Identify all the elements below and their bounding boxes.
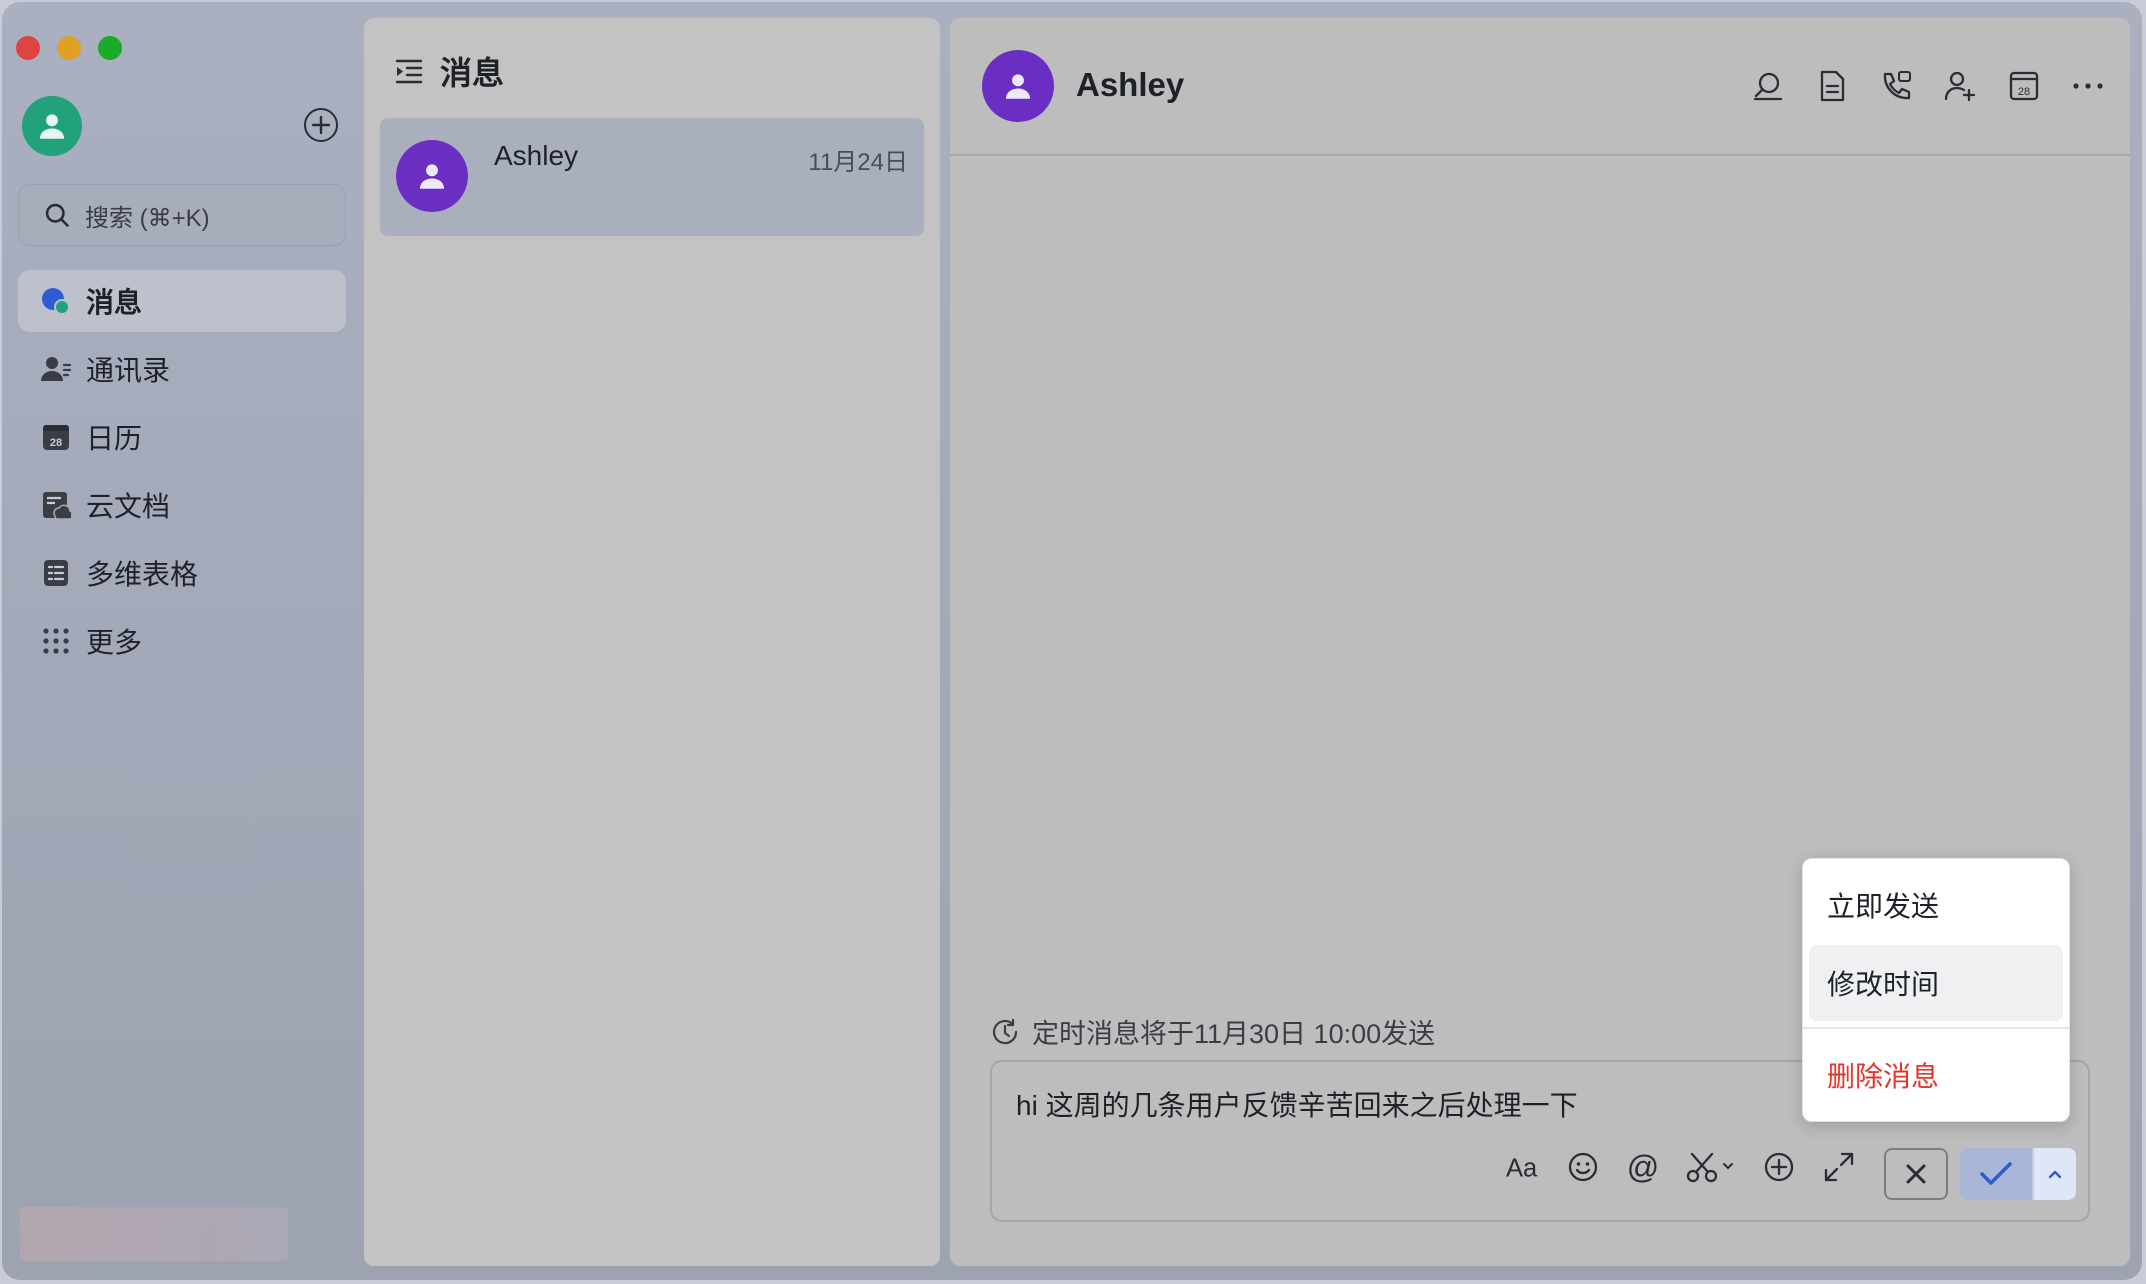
menu-item-delete-message[interactable]: 删除消息 — [1809, 1037, 2063, 1113]
text-format-icon[interactable]: Aa — [1506, 1150, 1540, 1184]
conversation-name: Ashley — [494, 140, 579, 171]
cloud-docs-icon — [40, 489, 72, 521]
menu-item-label: 删除消息 — [1827, 1061, 1940, 1092]
message-list-title: 消息 — [440, 55, 505, 91]
menu-item-send-now[interactable]: 立即发送 — [1809, 867, 2063, 943]
emoji-icon[interactable] — [1566, 1150, 1600, 1184]
chat-header-actions: 28 — [1750, 68, 2106, 104]
search-placeholder: 搜索 (⌘+K) — [85, 204, 210, 232]
text-format-glyph: Aa — [1506, 1154, 1538, 1182]
plus-icon — [311, 115, 331, 135]
sidebar-item-cloud-docs[interactable]: 云文档 — [18, 474, 346, 536]
menu-separator — [1803, 1027, 2069, 1029]
conversation-date: 11月24日 — [808, 149, 908, 176]
menu-item-label: 立即发送 — [1827, 891, 1940, 922]
person-icon — [1005, 74, 1031, 99]
user-avatar[interactable] — [22, 96, 82, 156]
contact-avatar[interactable] — [982, 50, 1054, 122]
contact-name: Ashley — [1076, 66, 1185, 103]
scheduled-notice-text: 定时消息将于11月30日 10:00发送 — [1032, 1019, 1436, 1049]
sidebar-item-label: 更多 — [86, 627, 143, 658]
message-list-panel: 消息 Ashley 11月24日 — [364, 18, 940, 1266]
phone-call-icon[interactable] — [1878, 68, 1914, 104]
sidebar-item-label: 多维表格 — [86, 559, 199, 590]
sidebar-item-label: 消息 — [86, 287, 143, 318]
sidebar-item-label: 云文档 — [86, 491, 171, 522]
cancel-button[interactable] — [1884, 1148, 1948, 1200]
search-icon — [45, 203, 69, 227]
add-button[interactable] — [304, 108, 338, 142]
sidebar-item-calendar[interactable]: 28 日历 — [18, 406, 346, 468]
table-icon — [40, 557, 72, 589]
collapse-list-icon[interactable] — [394, 56, 424, 86]
search-chat-icon[interactable] — [1750, 68, 1786, 104]
schedule-options-button[interactable] — [2032, 1148, 2076, 1200]
scheduled-notice: 定时消息将于11月30日 10:00发送 — [990, 1012, 1435, 1051]
zoom-window-button[interactable] — [98, 36, 122, 60]
calendar-day-text: 28 — [2018, 86, 2030, 98]
grid-dots-icon — [40, 625, 72, 657]
search-input[interactable]: 搜索 (⌘+K) — [18, 184, 346, 246]
blurred-profile-area — [20, 1207, 288, 1261]
chevron-up-icon — [2048, 1170, 2062, 1179]
message-input[interactable]: hi 这周的几条用户反馈辛苦回来之后处理一下 — [1016, 1084, 1578, 1124]
app-window: 搜索 (⌘+K) 消息 通讯录 28 日历 云文档 多维表格 更多 消息 Ash… — [2, 2, 2142, 1280]
chat-bubbles-icon — [40, 285, 72, 317]
mention-icon[interactable]: @ — [1626, 1150, 1660, 1184]
minimize-window-button[interactable] — [57, 36, 81, 60]
sidebar-item-bitable[interactable]: 多维表格 — [18, 542, 346, 604]
more-icon[interactable] — [2070, 68, 2106, 104]
menu-item-change-time[interactable]: 修改时间 — [1809, 945, 2063, 1021]
mention-glyph: @ — [1627, 1150, 1659, 1184]
person-icon — [39, 114, 65, 139]
person-icon — [419, 164, 445, 189]
conversation-item[interactable]: Ashley 11月24日 — [380, 118, 924, 236]
calendar-icon: 28 — [40, 421, 72, 453]
sidebar-item-more[interactable]: 更多 — [18, 610, 346, 672]
add-member-icon[interactable] — [1942, 68, 1978, 104]
message-list-header: 消息 — [394, 48, 504, 94]
calendar-day-text: 28 — [50, 437, 62, 449]
sidebar-item-label: 日历 — [86, 423, 143, 454]
sidebar-item-messages[interactable]: 消息 — [18, 270, 346, 332]
add-icon[interactable] — [1762, 1150, 1796, 1184]
contacts-icon — [40, 353, 72, 385]
sidebar-item-label: 通讯录 — [86, 355, 171, 386]
checkmark-icon — [1980, 1162, 2012, 1185]
composer-toolbar: Aa @ — [1506, 1150, 1856, 1184]
screenshot-icon[interactable] — [1686, 1150, 1736, 1184]
expand-icon[interactable] — [1822, 1150, 1856, 1184]
menu-item-label: 修改时间 — [1827, 969, 1940, 1000]
close-window-button[interactable] — [16, 36, 40, 60]
sidebar-item-contacts[interactable]: 通讯录 — [18, 338, 346, 400]
schedule-options-menu: 立即发送 修改时间 删除消息 — [1802, 858, 2070, 1122]
chat-header: Ashley 28 — [950, 18, 2130, 156]
close-icon — [1906, 1164, 1926, 1184]
confirm-button[interactable] — [1960, 1148, 2032, 1200]
scheduled-clock-icon — [992, 1018, 1018, 1044]
document-icon[interactable] — [1814, 68, 1850, 104]
avatar — [396, 140, 468, 212]
calendar-icon[interactable]: 28 — [2006, 68, 2042, 104]
